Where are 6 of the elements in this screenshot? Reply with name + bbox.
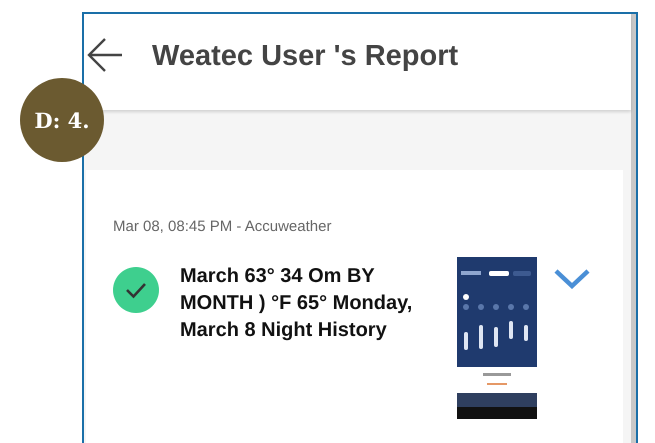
chevron-down-icon[interactable] (554, 269, 590, 289)
report-text: March 63° 34 Om BY MONTH ) °F 65° Monday, March 8 Night History (180, 264, 414, 343)
step-badge: D: 4. (20, 78, 104, 162)
page-title: Weatec User 's Report (152, 40, 458, 72)
back-arrow-icon[interactable] (87, 38, 123, 72)
report-meta: Mar 08, 08:45 PM - Accuweather (113, 218, 332, 235)
